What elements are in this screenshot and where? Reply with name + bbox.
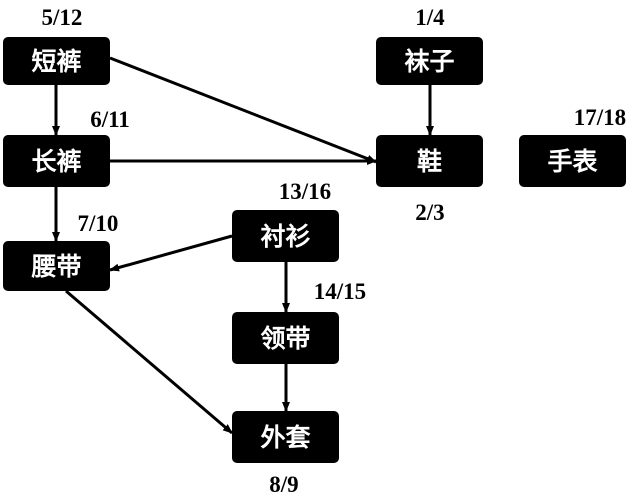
node-label-shoes: 鞋	[417, 147, 442, 176]
node-label-shorts: 短裤	[31, 47, 81, 76]
time-label-belt: 7/10	[78, 211, 119, 236]
time-label-socks: 1/4	[415, 5, 445, 30]
node-label-tie: 领带	[260, 324, 310, 353]
nodes-layer: 短裤 袜子长裤 鞋 手表腰带 衬衫领带外套	[3, 37, 626, 463]
time-label-shoes: 2/3	[415, 200, 444, 225]
time-label-pants: 6/11	[90, 107, 130, 132]
time-label-shorts: 5/12	[42, 5, 83, 30]
node-watch: 手表	[519, 135, 626, 187]
diagram-svg: 短裤 袜子长裤 鞋 手表腰带 衬衫领带外套 5/12 1/4 6/11 2/3 17/18 7/1…	[3, 5, 626, 496]
edge-shirt-to-belt	[109, 234, 233, 272]
node-label-belt: 腰带	[30, 252, 81, 281]
node-socks: 袜子	[376, 37, 483, 85]
time-label-watch: 17/18	[574, 105, 626, 130]
node-shoes: 鞋	[376, 135, 483, 187]
edge-shorts-to-shoes	[109, 56, 377, 164]
node-pants: 长裤	[3, 135, 110, 187]
node-label-watch: 手表	[547, 147, 598, 176]
node-label-socks: 袜子	[404, 47, 454, 76]
time-label-tie: 14/15	[314, 279, 366, 304]
node-label-jacket: 外套	[260, 423, 311, 452]
node-tie: 领带	[232, 312, 339, 364]
dag-diagram: 短裤 袜子长裤 鞋 手表腰带 衬衫领带外套 5/12 1/4 6/11 2/3 17/18 7/1…	[0, 0, 642, 496]
node-belt: 腰带	[3, 241, 110, 291]
edge-belt-to-jacket	[65, 289, 233, 435]
node-label-shirt: 衬衫	[260, 222, 310, 251]
node-label-pants: 长裤	[31, 147, 81, 176]
time-label-shirt: 13/16	[279, 179, 331, 204]
node-jacket: 外套	[232, 411, 339, 463]
time-label-jacket: 8/9	[269, 472, 298, 496]
node-shirt: 衬衫	[232, 210, 339, 262]
node-shorts: 短裤	[3, 37, 110, 85]
